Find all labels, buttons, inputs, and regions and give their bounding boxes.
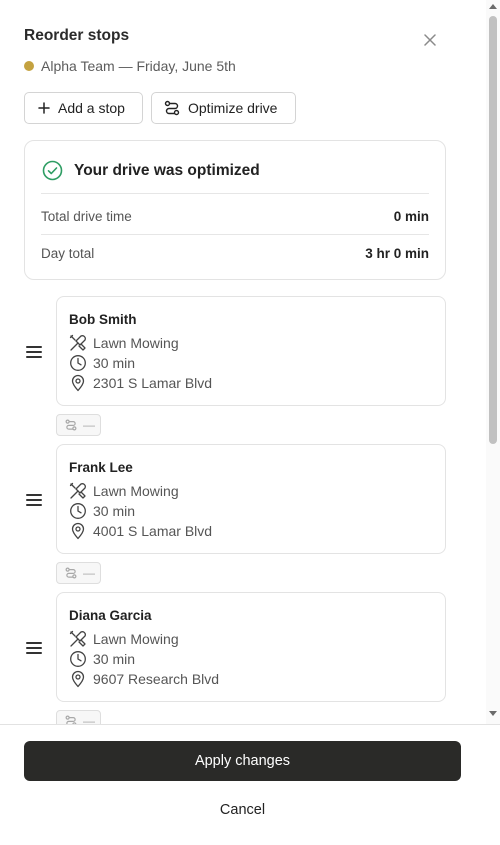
plus-icon: [38, 102, 50, 114]
divider: [41, 193, 429, 194]
address-text: 2301 S Lamar Blvd: [93, 375, 213, 391]
optimize-drive-label: Optimize drive: [188, 100, 278, 116]
drive-time-text: —: [83, 566, 95, 580]
duration-line: 30 min: [69, 502, 135, 520]
clock-icon: [69, 354, 87, 372]
duration-text: 30 min: [93, 355, 136, 371]
total-drive-time-label: Total drive time: [41, 209, 132, 224]
tools-icon: [69, 334, 87, 352]
route-icon: [65, 567, 77, 579]
modal-scroll-area: Reorder stops Alpha Team — Friday, June …: [0, 0, 486, 724]
stop-card[interactable]: Frank Lee Lawn Mowing 30 min 4001 S Lama…: [56, 444, 446, 554]
service-line: Lawn Mowing: [69, 630, 179, 648]
vertical-scrollbar[interactable]: [486, 0, 500, 724]
address-line: 9607 Research Blvd: [69, 670, 219, 688]
address-line: 4001 S Lamar Blvd: [69, 522, 212, 540]
service-name: Lawn Mowing: [93, 335, 179, 351]
divider: [41, 234, 429, 235]
optimization-header: Your drive was optimized: [42, 160, 260, 181]
team-color-dot: [24, 61, 34, 71]
tools-icon: [69, 630, 87, 648]
customer-name: Frank Lee: [69, 460, 133, 475]
drive-time-chip: —: [56, 710, 101, 724]
duration-line: 30 min: [69, 354, 135, 372]
apply-changes-button[interactable]: Apply changes: [24, 741, 461, 781]
stop-card[interactable]: Bob Smith Lawn Mowing 30 min 2301 S Lama…: [56, 296, 446, 406]
clock-icon: [69, 502, 87, 520]
schedule-subtitle: Alpha Team — Friday, June 5th: [24, 58, 236, 74]
close-icon: [424, 34, 436, 46]
close-button[interactable]: [420, 30, 440, 50]
cancel-button[interactable]: Cancel: [24, 799, 461, 821]
scroll-up-arrow-icon[interactable]: [489, 4, 497, 9]
service-name: Lawn Mowing: [93, 631, 179, 647]
drag-handle-icon[interactable]: [26, 642, 42, 654]
scrollbar-thumb[interactable]: [489, 16, 497, 444]
address-text: 9607 Research Blvd: [93, 671, 220, 687]
day-total-label: Day total: [41, 246, 95, 261]
scroll-down-arrow-icon[interactable]: [489, 711, 497, 716]
duration-line: 30 min: [69, 650, 135, 668]
route-icon: [65, 419, 77, 431]
check-circle-icon: [42, 160, 63, 181]
drag-handle-icon[interactable]: [26, 494, 42, 506]
add-stop-label: Add a stop: [58, 100, 125, 116]
drive-time-chip: —: [56, 414, 101, 436]
page-title: Reorder stops: [24, 27, 130, 44]
day-total-value: 3 hr 0 min: [365, 246, 429, 261]
drag-handle-icon[interactable]: [26, 346, 42, 358]
drive-time-text: —: [83, 714, 95, 724]
map-pin-icon: [69, 374, 87, 392]
map-pin-icon: [69, 522, 87, 540]
tools-icon: [69, 482, 87, 500]
total-drive-time-value: 0 min: [393, 209, 429, 224]
optimization-heading: Your drive was optimized: [74, 161, 260, 179]
duration-text: 30 min: [93, 503, 136, 519]
address-line: 2301 S Lamar Blvd: [69, 374, 212, 392]
optimization-summary-card: Your drive was optimized Total drive tim…: [24, 140, 446, 280]
customer-name: Bob Smith: [69, 312, 137, 327]
add-stop-button[interactable]: Add a stop: [24, 92, 143, 124]
clock-icon: [69, 650, 87, 668]
route-icon: [65, 715, 77, 724]
drive-time-text: —: [83, 418, 95, 432]
address-text: 4001 S Lamar Blvd: [93, 523, 213, 539]
map-pin-icon: [69, 670, 87, 688]
route-icon: [164, 100, 180, 116]
service-line: Lawn Mowing: [69, 482, 179, 500]
modal-footer: Apply changes Cancel: [0, 724, 500, 845]
stop-card[interactable]: Diana Garcia Lawn Mowing 30 min 9607 Res…: [56, 592, 446, 702]
customer-name: Diana Garcia: [69, 608, 152, 623]
duration-text: 30 min: [93, 651, 136, 667]
service-line: Lawn Mowing: [69, 334, 179, 352]
service-name: Lawn Mowing: [93, 483, 179, 499]
subtitle-text: Alpha Team — Friday, June 5th: [41, 58, 236, 74]
optimize-drive-button[interactable]: Optimize drive: [151, 92, 296, 124]
drive-time-chip: —: [56, 562, 101, 584]
